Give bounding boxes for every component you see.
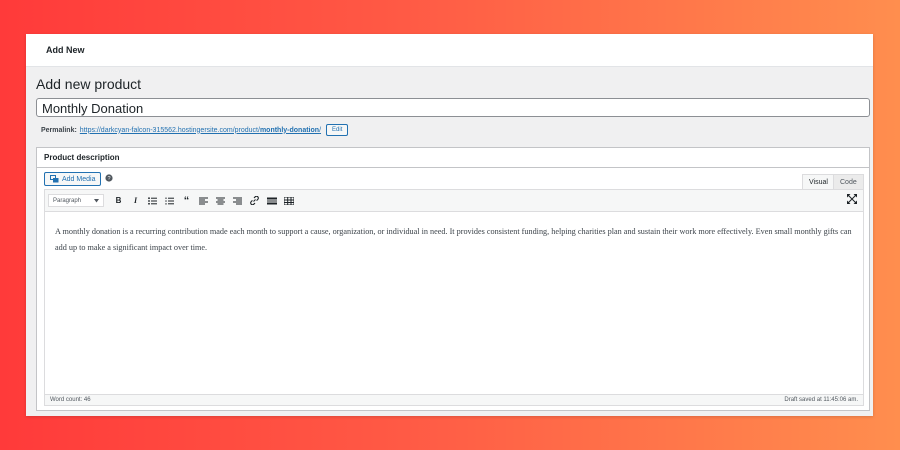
add-new-link[interactable]: Add New [46, 45, 85, 55]
link-icon [250, 196, 259, 205]
italic-button[interactable]: I [127, 194, 144, 208]
bulleted-list-icon [148, 196, 157, 205]
insert-link-button[interactable] [246, 194, 263, 208]
align-right-icon [233, 197, 242, 204]
top-bar: Add New [26, 34, 873, 67]
permalink-label: Permalink: [41, 126, 77, 134]
product-description-header: Product description [37, 148, 869, 168]
product-description-box: Product description Add Media ? Visual C… [36, 147, 870, 411]
toolbar-toggle-icon [283, 196, 294, 205]
toolbar-toggle-button[interactable] [280, 194, 297, 208]
italic-icon: I [133, 196, 138, 205]
chevron-down-icon [94, 198, 99, 203]
permalink-edit-button[interactable]: Edit [326, 124, 349, 136]
fullscreen-icon [847, 194, 857, 204]
format-select[interactable]: Paragraph [48, 194, 104, 207]
tab-visual[interactable]: Visual [802, 174, 835, 189]
bulleted-list-button[interactable] [144, 194, 161, 208]
editor-statusbar: Word count: 46 Draft saved at 11:45:06 a… [45, 394, 863, 405]
permalink-base-url: https://darkcyan-falcon-315562.hostinger… [79, 126, 260, 134]
draft-saved-status: Draft saved at 11:45:06 am. [784, 397, 858, 403]
blockquote-button[interactable]: “ [178, 194, 195, 208]
numbered-list-button[interactable] [161, 194, 178, 208]
tab-code[interactable]: Code [833, 174, 864, 189]
fullscreen-button[interactable] [847, 194, 857, 204]
editor-content[interactable]: A monthly donation is a recurring contri… [45, 212, 863, 256]
align-center-icon [216, 197, 225, 204]
align-left-button[interactable] [195, 194, 212, 208]
permalink: Permalink: https://darkcyan-falcon-31556… [41, 124, 349, 136]
bold-button[interactable]: B [110, 194, 127, 208]
help-icon-glyph: ? [107, 176, 110, 182]
permalink-link[interactable]: https://darkcyan-falcon-315562.hostinger… [80, 127, 321, 134]
page-title: Add new product [36, 76, 142, 92]
permalink-trailing: / [319, 126, 322, 134]
align-left-icon [199, 197, 208, 204]
align-center-button[interactable] [212, 194, 229, 208]
align-right-button[interactable] [229, 194, 246, 208]
blockquote-icon: “ [183, 194, 190, 207]
word-count: Word count: 46 [50, 397, 91, 403]
media-row: Add Media ? Visual Code [37, 168, 869, 190]
numbered-list-icon [165, 197, 174, 205]
permalink-slug: monthly-donation [259, 126, 320, 134]
help-icon[interactable]: ? [105, 174, 113, 182]
add-media-icon [50, 175, 59, 183]
add-media-button[interactable]: Add Media [44, 172, 102, 186]
product-title-input[interactable]: Monthly Donation [36, 98, 870, 117]
add-media-label: Add Media [62, 175, 96, 183]
bold-icon: B [115, 196, 122, 205]
editor-toolbar: Paragraph B I “ [45, 190, 863, 212]
rich-text-editor: Paragraph B I “ A monthly donation is a … [44, 189, 864, 406]
editor-window: Add New Add new product Monthly Donation… [26, 34, 873, 416]
format-select-value: Paragraph [53, 197, 82, 204]
read-more-button[interactable] [263, 194, 280, 208]
read-more-icon [266, 197, 277, 204]
